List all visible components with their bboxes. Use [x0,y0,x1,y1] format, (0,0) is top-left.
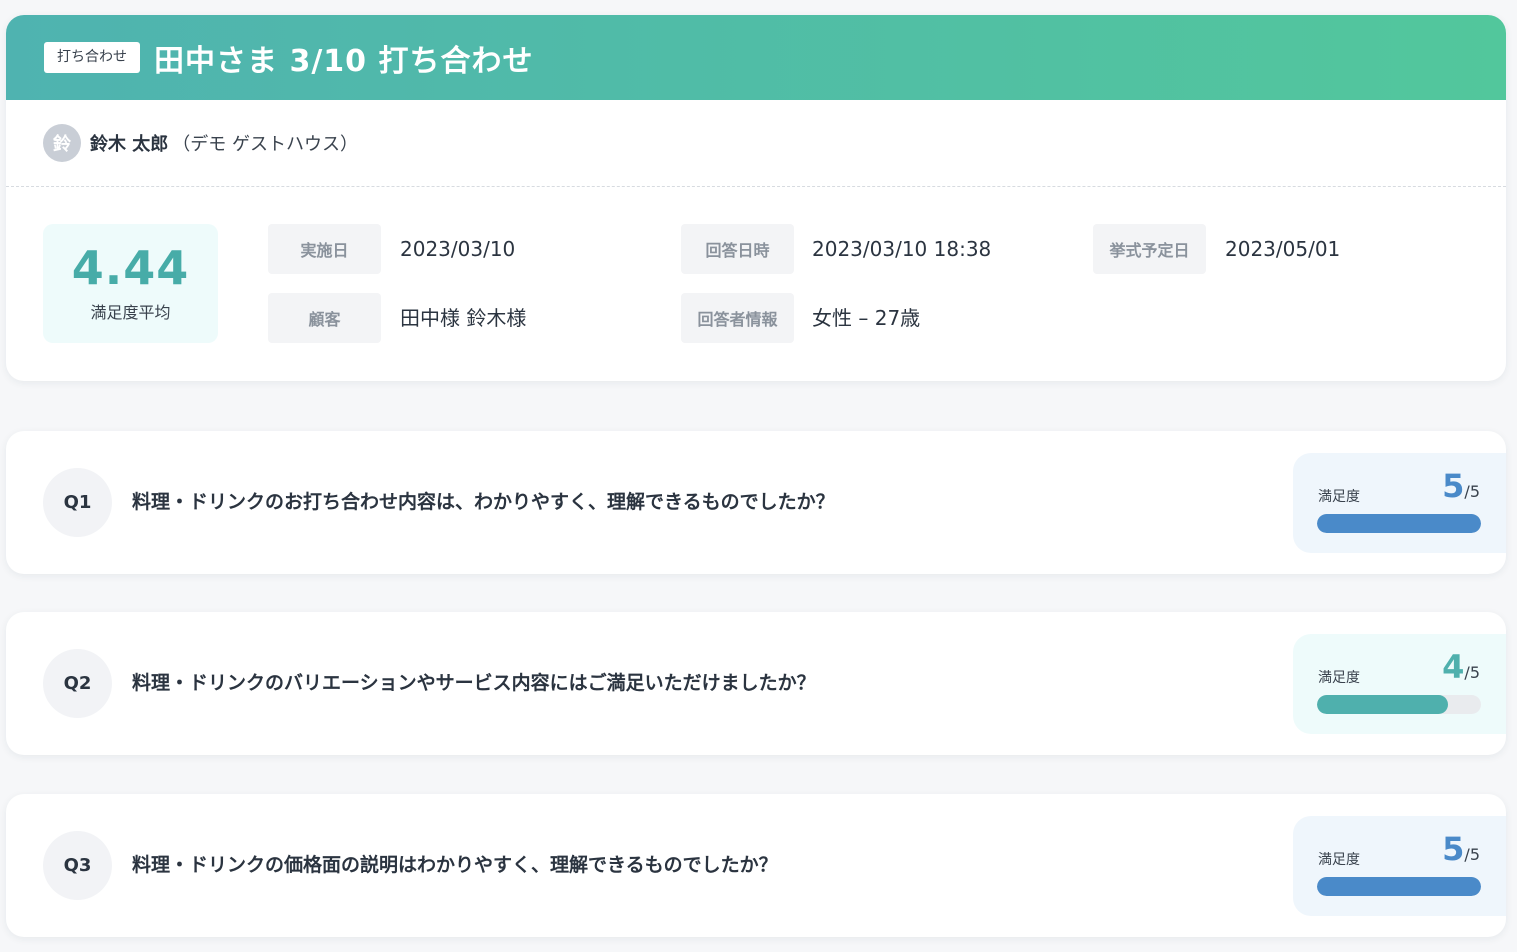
average-score-label: 満足度平均 [90,302,171,322]
respondent-label: 回答者情報 [681,293,794,343]
customer-value: 田中様 鈴木様 [400,306,527,330]
rating-bar-track [1317,695,1481,714]
rating-max: /5 [1464,482,1480,501]
owner-name: 鈴木 太郎 [90,134,169,155]
ceremony-date-value: 2023/05/01 [1225,237,1341,261]
rating-value: 5 [1442,467,1465,505]
owner-row: 鈴 鈴木 太郎 （デモ ゲストハウス） [6,100,1506,187]
answered-value: 2023/03/10 18:38 [812,237,992,261]
date-value: 2023/03/10 [400,237,516,261]
date-label: 実施日 [268,224,381,274]
average-score-box: 4.44 満足度平均 [43,224,218,343]
question-card: Q1 料理・ドリンクのお打ち合わせ内容は、わかりやすく、理解できるものでしたか？… [6,431,1506,574]
customer-label: 顧客 [268,293,381,343]
rating-label: 満足度 [1318,489,1360,505]
owner-organization: （デモ ゲストハウス） [172,134,359,155]
rating-label: 満足度 [1318,670,1360,686]
respondent-value: 女性 – 27歳 [812,306,921,330]
rating-score: 5/5 [1442,467,1480,505]
rating-value: 4 [1442,648,1465,686]
rating-bar-fill [1317,514,1481,533]
question-text: 料理・ドリンクのバリエーションやサービス内容にはご満足いただけましたか？ [132,672,816,694]
rating-label: 満足度 [1318,852,1360,868]
rating-panel: 満足度 4/5 [1293,634,1506,734]
rating-score: 5/5 [1442,830,1480,868]
rating-value: 5 [1442,830,1465,868]
category-tag: 打ち合わせ [44,42,140,73]
rating-bar-track [1317,514,1481,533]
rating-max: /5 [1464,845,1480,864]
ceremony-date-label: 挙式予定日 [1093,224,1206,274]
question-card: Q3 料理・ドリンクの価格面の説明はわかりやすく、理解できるものでしたか？ 満足… [6,794,1506,937]
rating-bar-fill [1317,695,1449,714]
question-text: 料理・ドリンクのお打ち合わせ内容は、わかりやすく、理解できるものでしたか？ [132,491,835,513]
question-number: Q3 [43,831,112,900]
rating-panel: 満足度 5/5 [1293,453,1506,553]
rating-bar-track [1317,877,1481,896]
average-score-value: 4.44 [71,240,190,295]
info-area: 4.44 満足度平均 実施日 2023/03/10 回答日時 2023/03/1… [6,187,1506,381]
question-card: Q2 料理・ドリンクのバリエーションやサービス内容にはご満足いただけましたか？ … [6,612,1506,755]
question-text: 料理・ドリンクの価格面の説明はわかりやすく、理解できるものでしたか？ [132,854,778,876]
page-title: 田中さま 3/10 打ち合わせ [154,43,534,79]
question-number: Q2 [43,649,112,718]
question-number: Q1 [43,468,112,537]
avatar: 鈴 [43,124,81,162]
meeting-banner: 打ち合わせ 田中さま 3/10 打ち合わせ [6,15,1506,100]
rating-score: 4/5 [1442,648,1480,686]
meeting-summary-card: 打ち合わせ 田中さま 3/10 打ち合わせ 鈴 鈴木 太郎 （デモ ゲストハウス… [6,15,1506,381]
rating-max: /5 [1464,663,1480,682]
rating-panel: 満足度 5/5 [1293,816,1506,916]
rating-bar-fill [1317,877,1481,896]
answered-label: 回答日時 [681,224,794,274]
